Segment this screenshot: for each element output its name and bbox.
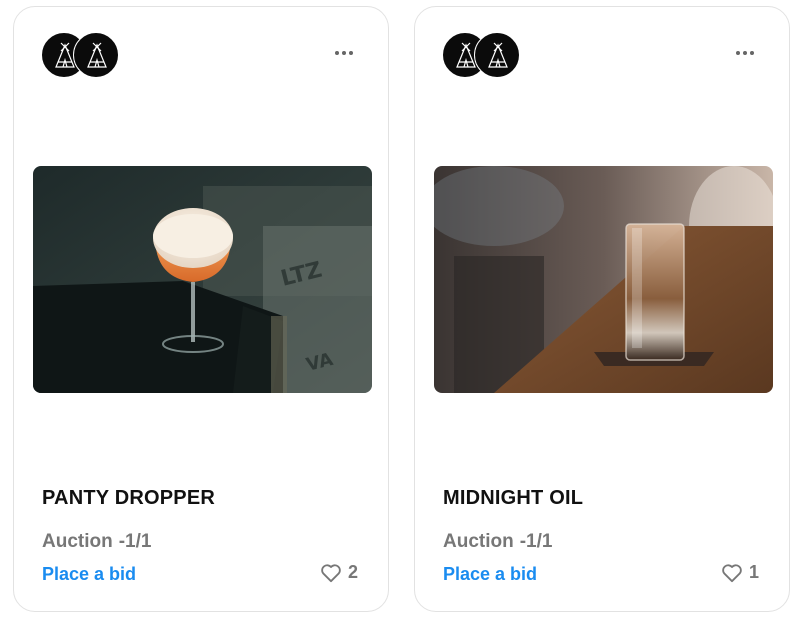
nft-card[interactable]: MIDNIGHT OIL Auction -1/1 Place a bid 1 (414, 6, 790, 612)
owner-avatar[interactable] (73, 32, 119, 78)
sale-info: Auction -1/1 (42, 531, 151, 553)
edition-count: -1/1 (519, 531, 553, 552)
sale-info: Auction -1/1 (443, 531, 552, 553)
cocktail-coupe-image[interactable]: LTZ VA (33, 166, 372, 393)
item-title[interactable]: MIDNIGHT OIL (443, 487, 583, 510)
place-bid-link[interactable]: Place a bid (443, 564, 537, 585)
more-options-icon[interactable] (330, 43, 358, 63)
nft-card[interactable]: LTZ VA PANTY DROPPER Auction -1/1 Place a… (13, 6, 389, 612)
place-bid-link[interactable]: Place a bid (42, 564, 136, 585)
tipi-logo-icon (87, 42, 107, 68)
highball-glass-image[interactable] (434, 166, 773, 393)
item-title[interactable]: PANTY DROPPER (42, 487, 215, 510)
sale-type: Auction (443, 531, 514, 552)
sale-type: Auction (42, 531, 113, 552)
edition-count: -1/1 (118, 531, 152, 552)
like-button[interactable]: 2 (320, 562, 358, 583)
like-count: 2 (347, 562, 358, 582)
tipi-logo-icon (488, 42, 508, 68)
creator-avatars (442, 32, 522, 80)
like-count: 1 (748, 562, 759, 582)
heart-icon (722, 563, 742, 582)
heart-icon (321, 563, 341, 582)
creator-avatars (41, 32, 121, 80)
more-options-icon[interactable] (731, 43, 759, 63)
owner-avatar[interactable] (474, 32, 520, 78)
like-button[interactable]: 1 (721, 562, 759, 583)
nft-card-grid: LTZ VA PANTY DROPPER Auction -1/1 Place a… (0, 0, 806, 622)
